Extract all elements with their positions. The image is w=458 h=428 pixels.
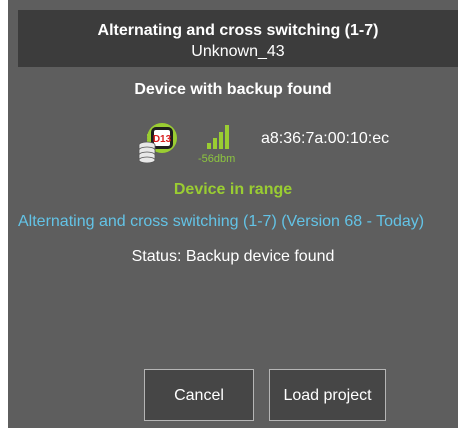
signal-strength-value: -56dbm (198, 153, 236, 165)
dialog-subtitle: Unknown_43 (191, 43, 285, 60)
cancel-button[interactable]: Cancel (144, 369, 254, 421)
dialog-header: Alternating and cross switching (1-7) Un… (18, 10, 458, 67)
backup-found-heading: Device with backup found (134, 81, 332, 98)
backup-found-dialog: Alternating and cross switching (1-7) Un… (8, 0, 458, 428)
device-with-backup-icon: D13 (134, 120, 182, 166)
device-badge-label: D13 (153, 134, 172, 145)
status-text: Status: Backup device found (131, 248, 335, 265)
mac-address: a8:36:7a:00:10:ec (261, 130, 390, 147)
project-version-line: Alternating and cross switching (1-7) (V… (18, 213, 425, 230)
load-project-button[interactable]: Load project (269, 369, 386, 421)
dialog-title: Alternating and cross switching (1-7) (97, 22, 379, 39)
range-status: Device in range (173, 181, 293, 198)
signal-strength-icon (206, 124, 232, 150)
